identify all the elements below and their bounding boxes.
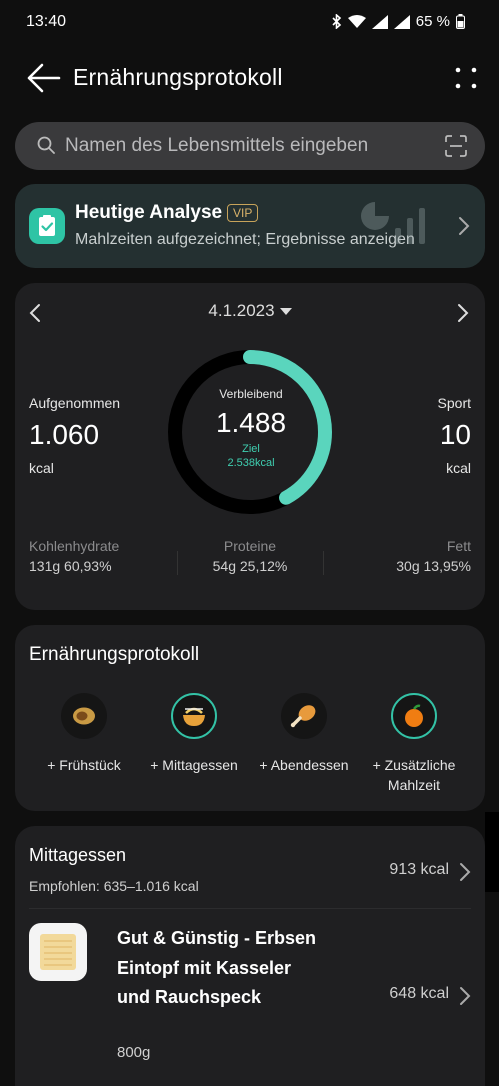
more-options-icon[interactable] bbox=[452, 64, 480, 92]
macro-carbs: Kohlenhydrate 131g 60,93% bbox=[29, 538, 119, 574]
caret-down-icon bbox=[279, 308, 292, 316]
divider bbox=[177, 551, 178, 575]
signal-icon-2 bbox=[393, 14, 410, 29]
battery-percent: 65 % bbox=[415, 13, 450, 30]
lunch-total-kcal[interactable]: 913 kcal bbox=[389, 861, 449, 879]
lunch-card: Mittagessen Empfohlen: 635–1.016 kcal 91… bbox=[15, 826, 485, 1086]
food-item-amount: 800g bbox=[117, 1044, 151, 1061]
goal-value: 2.538kcal bbox=[227, 457, 275, 469]
bluetooth-icon bbox=[332, 14, 341, 29]
sport-unit: kcal bbox=[446, 460, 471, 476]
scrollbar[interactable] bbox=[485, 812, 499, 892]
food-item-kcal: 648 kcal bbox=[389, 985, 449, 1002]
add-lunch-button[interactable]: + Mittagessen bbox=[134, 693, 254, 775]
macro-name: Fett bbox=[446, 538, 471, 554]
sport-value: 10 bbox=[439, 419, 471, 450]
app-header: Ernährungsprotokoll bbox=[0, 52, 499, 104]
remaining-value: 1.488 bbox=[215, 407, 287, 438]
lunch-title: Mittagessen bbox=[29, 845, 127, 865]
barcode-scan-icon[interactable] bbox=[445, 135, 467, 157]
noodle-bowl-icon bbox=[171, 693, 217, 739]
analysis-title: Heutige Analyse bbox=[75, 202, 223, 223]
chevron-right-icon[interactable] bbox=[459, 986, 471, 1006]
meal-label: + Abendessen bbox=[259, 757, 349, 773]
analysis-chart-icon bbox=[361, 202, 425, 244]
lunch-recommended: Empfohlen: 635–1.016 kcal bbox=[29, 878, 199, 894]
signal-icon bbox=[371, 14, 388, 29]
food-item-name[interactable]: Gut & Günstig - Erbsen Eintopf mit Kasse… bbox=[117, 924, 327, 1013]
clipboard-check-icon bbox=[29, 208, 65, 244]
next-day-icon[interactable] bbox=[457, 303, 469, 323]
vip-badge: VIP bbox=[227, 204, 259, 222]
daily-analysis-card[interactable]: Heutige Analyse VIP Mahlzeiten aufgezeic… bbox=[15, 184, 485, 268]
divider bbox=[29, 908, 471, 909]
chevron-right-icon[interactable] bbox=[459, 862, 471, 882]
macro-protein: Proteine 54g 25,12% bbox=[185, 538, 315, 574]
add-extra-meal-button[interactable]: + Zusätzliche Mahlzeit bbox=[354, 693, 474, 795]
date-label: 4.1.2023 bbox=[208, 301, 275, 320]
macro-name: Proteine bbox=[223, 538, 277, 554]
status-bar: 13:40 65 % bbox=[0, 0, 499, 44]
back-arrow-icon[interactable] bbox=[26, 62, 62, 94]
fried-egg-icon bbox=[61, 693, 107, 739]
chicken-leg-icon bbox=[281, 693, 327, 739]
log-title: Ernährungsprotokoll bbox=[29, 644, 200, 665]
macro-name: Kohlenhydrate bbox=[29, 538, 120, 554]
wifi-icon bbox=[347, 14, 366, 28]
meal-label: + Zusätzliche Mahlzeit bbox=[372, 757, 456, 793]
add-dinner-button[interactable]: + Abendessen bbox=[244, 693, 364, 775]
add-breakfast-button[interactable]: + Frühstück bbox=[24, 693, 144, 775]
food-thumbnail bbox=[29, 923, 87, 981]
macro-value: 54g 25,12% bbox=[212, 558, 288, 574]
search-icon bbox=[37, 136, 55, 154]
consumed-label: Aufgenommen bbox=[29, 395, 121, 411]
status-icons: 65 % bbox=[332, 13, 465, 30]
orange-icon bbox=[391, 693, 437, 739]
date-selector[interactable]: 4.1.2023 bbox=[15, 301, 485, 321]
search-input[interactable]: Namen des Lebensmittels eingeben bbox=[65, 135, 368, 157]
status-time: 13:40 bbox=[26, 13, 67, 30]
macro-value: 131g 60,93% bbox=[29, 558, 112, 574]
macro-value: 30g 13,95% bbox=[396, 558, 471, 574]
nutrition-log-card: Ernährungsprotokoll + Frühstück + Mittag… bbox=[15, 625, 485, 811]
chevron-right-icon bbox=[459, 217, 470, 235]
page-title: Ernährungsprotokoll bbox=[73, 64, 283, 90]
goal-label: Ziel bbox=[242, 443, 260, 455]
remaining-block: Verbleibend 1.488 Ziel 2.538kcal bbox=[167, 387, 335, 469]
consumed-value: 1.060 bbox=[29, 419, 100, 450]
meal-label: + Mittagessen bbox=[150, 757, 238, 773]
sport-label: Sport bbox=[437, 395, 471, 411]
battery-icon bbox=[456, 14, 465, 29]
macro-fat: Fett 30g 13,95% bbox=[396, 538, 471, 574]
remaining-label: Verbleibend bbox=[219, 387, 283, 401]
calorie-summary-card: 4.1.2023 Aufgenommen 1.060 kcal Verbleib… bbox=[15, 283, 485, 610]
meal-label: + Frühstück bbox=[47, 757, 121, 773]
food-search-bar[interactable]: Namen des Lebensmittels eingeben bbox=[15, 122, 485, 170]
divider bbox=[323, 551, 324, 575]
consumed-unit: kcal bbox=[29, 460, 54, 476]
